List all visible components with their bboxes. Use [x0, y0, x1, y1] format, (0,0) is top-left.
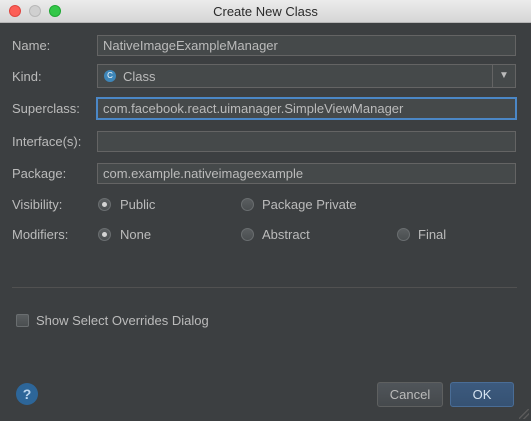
kind-select[interactable]: C Class ▼ [97, 64, 516, 88]
package-field[interactable]: com.example.nativeimageexample [97, 163, 516, 184]
modifier-abstract-radio[interactable] [241, 228, 254, 241]
cancel-button[interactable]: Cancel [377, 382, 443, 407]
modifier-abstract-label: Abstract [262, 227, 310, 242]
show-overrides-label: Show Select Overrides Dialog [36, 313, 209, 328]
modifier-none-label: None [120, 227, 152, 242]
visibility-public-radio[interactable] [98, 198, 111, 211]
modifier-final-radio[interactable] [397, 228, 410, 241]
package-label: Package: [12, 166, 67, 181]
interfaces-label: Interface(s): [12, 134, 82, 149]
window-title: Create New Class [213, 4, 318, 19]
visibility-public-label: Public [120, 197, 156, 212]
visibility-package-private-radio[interactable] [241, 198, 254, 211]
separator [12, 287, 517, 288]
dropdown-arrow-icon[interactable]: ▼ [492, 65, 515, 87]
visibility-package-private-label: Package Private [262, 197, 357, 212]
class-icon: C [104, 70, 116, 82]
ok-button[interactable]: OK [450, 382, 514, 407]
name-label: Name: [12, 38, 51, 53]
superclass-field[interactable]: com.facebook.react.uimanager.SimpleViewM… [97, 98, 516, 119]
modifier-final-label: Final [418, 227, 447, 242]
name-field[interactable]: NativeImageExampleManager [97, 35, 516, 56]
interfaces-field[interactable] [97, 131, 516, 152]
resize-grip-icon[interactable] [519, 409, 529, 419]
kind-select-value: Class [123, 69, 156, 84]
show-overrides-checkbox[interactable] [16, 314, 29, 327]
modifiers-label: Modifiers: [12, 227, 69, 242]
superclass-label: Superclass: [12, 101, 80, 116]
kind-label: Kind: [12, 69, 42, 84]
help-icon[interactable]: ? [16, 383, 38, 405]
title-bar: Create New Class [0, 0, 531, 23]
visibility-label: Visibility: [12, 197, 63, 212]
modifier-none-radio[interactable] [98, 228, 111, 241]
